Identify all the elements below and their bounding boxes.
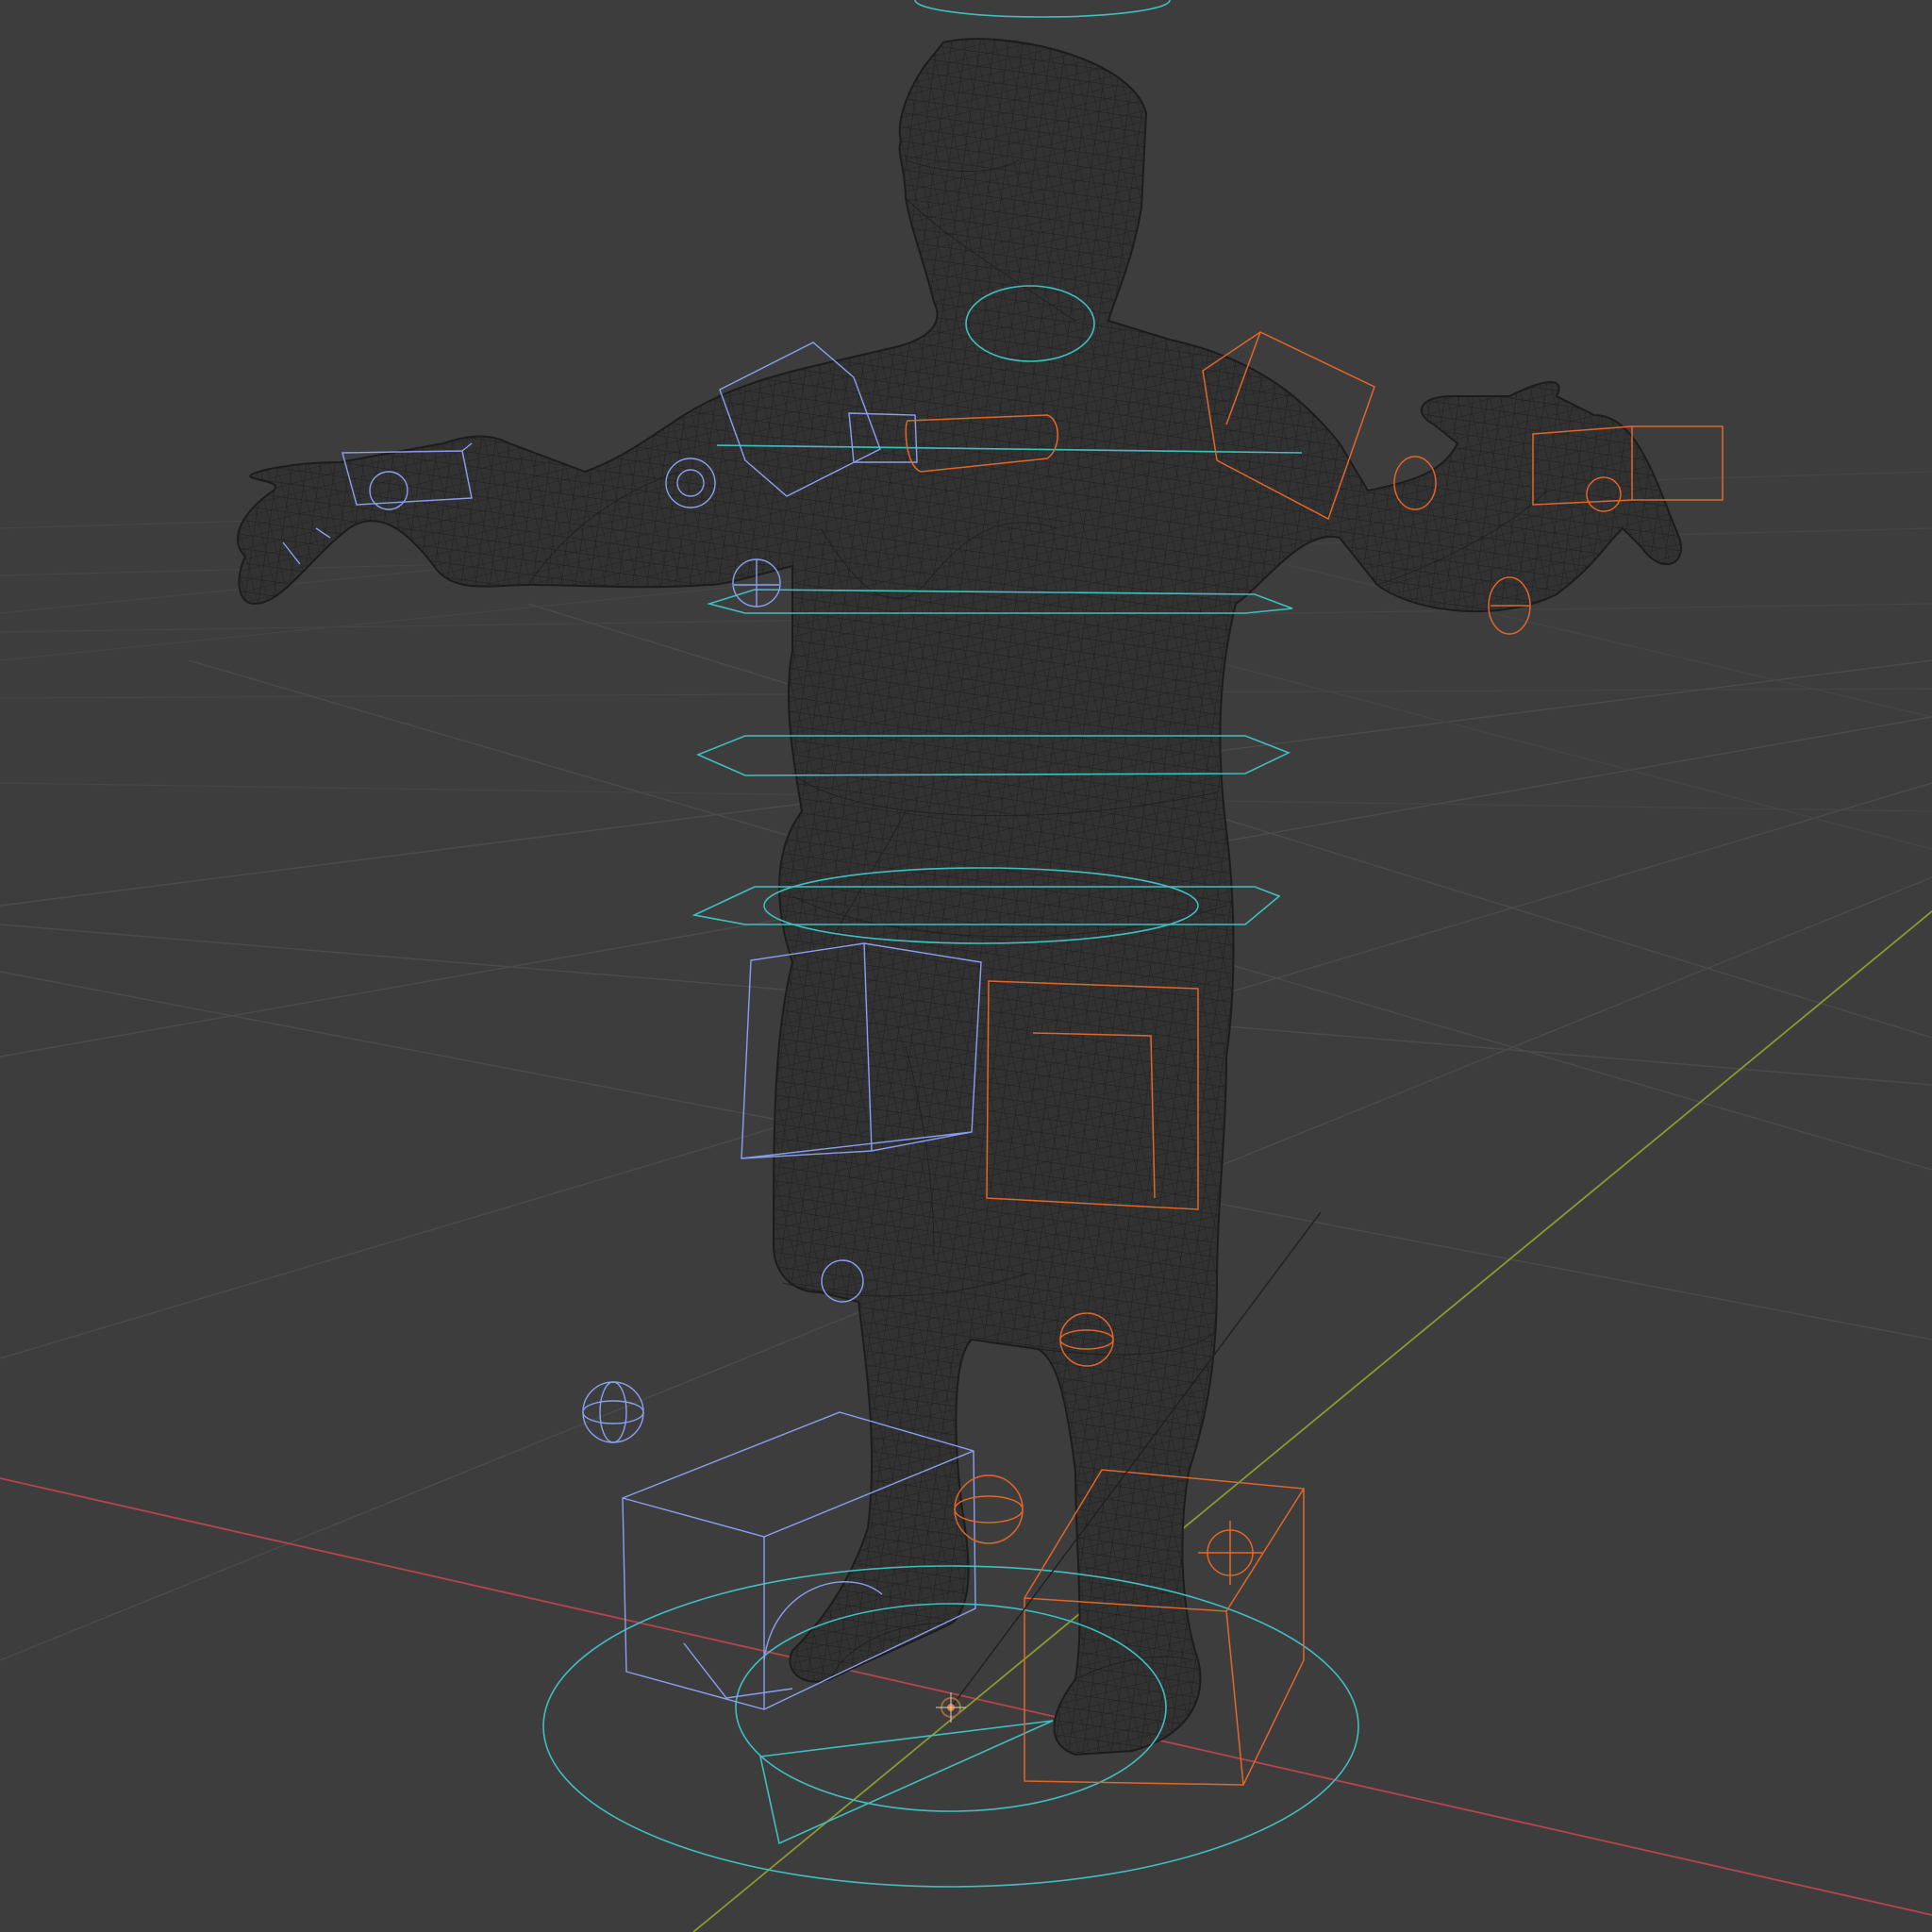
character-mesh[interactable] xyxy=(236,38,1682,1757)
root-control-triangle xyxy=(759,1720,1054,1845)
3d-viewport[interactable] xyxy=(0,0,1932,1932)
head-top-control xyxy=(914,0,1171,18)
viewport-canvas[interactable] xyxy=(0,0,1932,1932)
right-pole-sphere xyxy=(954,1474,1024,1544)
